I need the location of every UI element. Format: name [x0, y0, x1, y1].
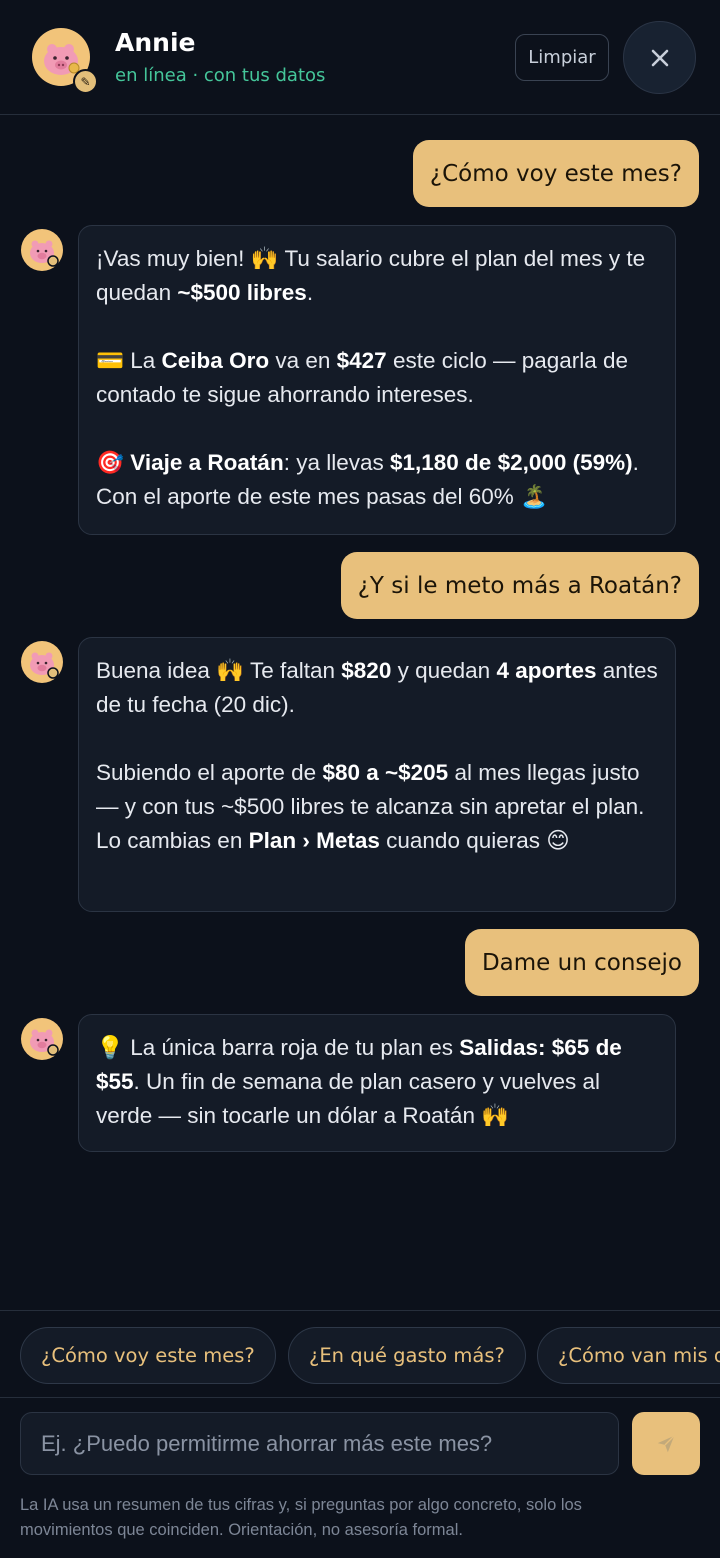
- assistant-message: ¡Vas muy bien! 🙌 Tu salario cubre el pla…: [78, 225, 676, 535]
- chat-header: ✎ Annie en línea · con tus datos Limpiar: [0, 0, 720, 115]
- send-icon: [657, 1434, 675, 1452]
- piggy-bank-icon: [30, 1029, 59, 1056]
- user-message: ¿Y si le meto más a Roatán?: [340, 552, 699, 619]
- piggy-bank-icon: [30, 240, 59, 267]
- piggy-bank-icon: [30, 652, 59, 679]
- suggestion-chip[interactable]: ¿En qué gasto más?: [288, 1327, 526, 1384]
- assistant-avatar: [21, 1018, 63, 1060]
- disclaimer-text: La IA usa un resumen de tus cifras y, si…: [20, 1496, 582, 1539]
- suggestion-bar: ¿Cómo voy este mes? ¿En qué gasto más? ¿…: [0, 1310, 720, 1398]
- message-paragraph: Subiendo el aporte de $80 a ~$205 al mes…: [96, 760, 645, 853]
- message-input[interactable]: Ej. ¿Puedo permitirme ahorrar más este m…: [20, 1412, 619, 1475]
- assistant-name: Annie: [115, 28, 196, 57]
- user-message: ¿Cómo voy este mes?: [412, 140, 699, 207]
- send-button[interactable]: [632, 1412, 700, 1475]
- assistant-message: 💡 La única barra roja de tu plan es Sali…: [78, 1014, 676, 1152]
- user-message: Dame un consejo: [464, 929, 699, 996]
- suggestion-chip[interactable]: ¿Cómo van mis d: [537, 1327, 720, 1384]
- message-paragraph: ¡Vas muy bien! 🙌 Tu salario cubre el pla…: [96, 246, 646, 305]
- close-button[interactable]: [623, 21, 696, 94]
- message-paragraph: 💡 La única barra roja de tu plan es Sali…: [96, 1035, 622, 1128]
- assistant-message: Buena idea 🙌 Te faltan $820 y quedan 4 a…: [78, 637, 676, 912]
- assistant-avatar: [21, 641, 63, 683]
- message-paragraph: Buena idea 🙌 Te faltan $820 y quedan 4 a…: [96, 658, 658, 717]
- assistant-status: en línea · con tus datos: [115, 65, 326, 86]
- assistant-avatar: [21, 229, 63, 271]
- pencil-icon[interactable]: ✎: [73, 69, 98, 94]
- close-icon: [651, 49, 668, 66]
- clear-button[interactable]: Limpiar: [515, 34, 609, 81]
- message-paragraph: 🎯 Viaje a Roatán: ya llevas $1,180 de $2…: [96, 450, 639, 509]
- suggestion-chip[interactable]: ¿Cómo voy este mes?: [20, 1327, 276, 1384]
- message-paragraph: 💳 La Ceiba Oro va en $427 este ciclo — p…: [96, 348, 629, 407]
